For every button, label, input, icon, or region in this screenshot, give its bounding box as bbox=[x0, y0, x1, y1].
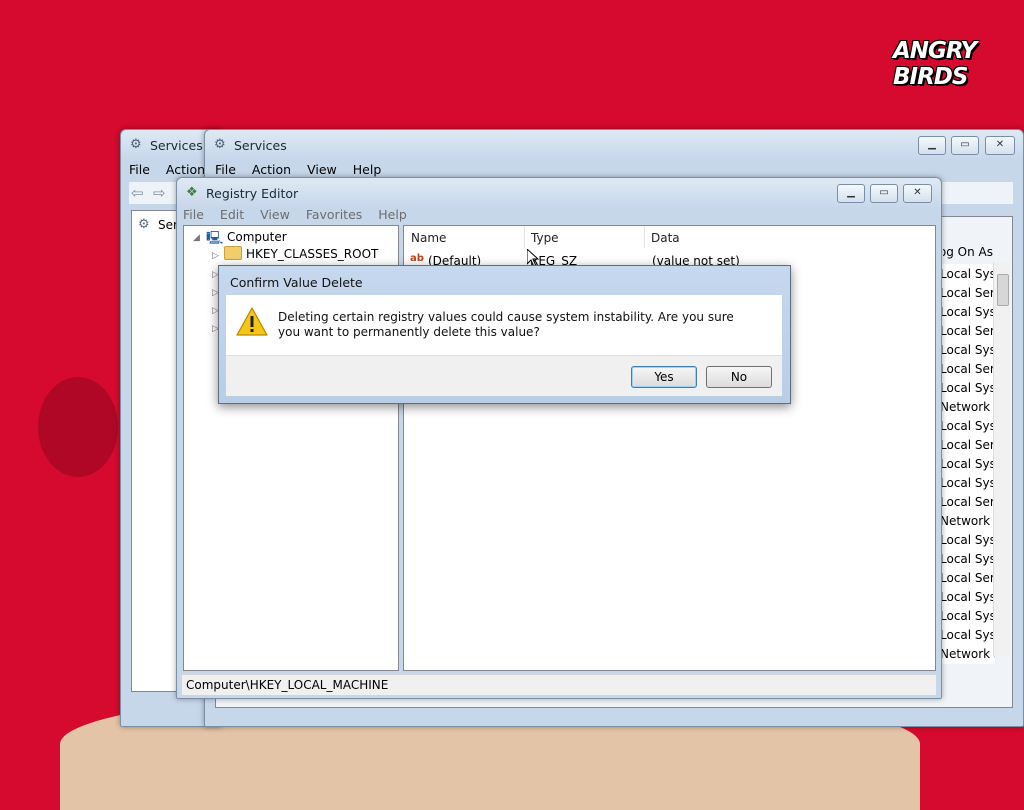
dialog-body: Deleting certain registry values could c… bbox=[226, 295, 782, 355]
list-item[interactable]: Local Syste... bbox=[940, 590, 995, 604]
log-on-as-list: Local Syste... Local Service Local Syste… bbox=[940, 264, 995, 664]
list-item[interactable]: Network S... bbox=[940, 647, 995, 661]
list-item[interactable]: Local Syste... bbox=[940, 381, 995, 395]
gear-icon: ⚙ bbox=[130, 137, 142, 152]
list-item[interactable]: Local Syste... bbox=[940, 476, 995, 490]
registry-status-bar: Computer\HKEY_LOCAL_MACHINE bbox=[182, 674, 936, 695]
collapse-arrow-icon[interactable]: ◢ bbox=[193, 233, 200, 243]
dialog-message: Deleting certain registry values could c… bbox=[278, 310, 734, 339]
warning-icon bbox=[236, 307, 268, 336]
menu-file[interactable]: File bbox=[183, 205, 204, 225]
column-header-type[interactable]: Type bbox=[524, 226, 645, 248]
list-item[interactable]: Local Service bbox=[940, 438, 995, 452]
no-button[interactable]: No bbox=[706, 366, 772, 388]
services-front-titlebar[interactable]: ⚙ Services ▁ ▭ ✕ bbox=[205, 130, 1023, 160]
tree-item-computer[interactable]: Computer bbox=[227, 230, 287, 244]
column-header-data[interactable]: Data bbox=[644, 226, 934, 248]
list-item[interactable]: Local Service bbox=[940, 324, 995, 338]
dialog-title: Confirm Value Delete bbox=[230, 275, 363, 290]
list-item[interactable]: Local Syste... bbox=[940, 343, 995, 357]
registry-menubar: File Edit View Favorites Help bbox=[183, 205, 935, 225]
services-vertical-scrollbar[interactable] bbox=[993, 262, 1010, 656]
list-item[interactable]: Local Syste... bbox=[940, 533, 995, 547]
menu-favorites[interactable]: Favorites bbox=[306, 205, 362, 225]
column-header-name[interactable]: Name bbox=[404, 226, 525, 248]
scrollbar-thumb[interactable] bbox=[997, 274, 1009, 306]
close-button[interactable]: ✕ bbox=[985, 136, 1015, 155]
list-item[interactable]: Local Syste... bbox=[940, 609, 995, 623]
list-item[interactable]: Network S... bbox=[940, 400, 995, 414]
background-bird-shape bbox=[38, 377, 118, 477]
minimize-button[interactable]: ▁ bbox=[918, 136, 946, 155]
list-item[interactable]: Local Service bbox=[940, 495, 995, 509]
list-item[interactable]: Network S... bbox=[940, 514, 995, 528]
services-front-title: Services bbox=[234, 138, 287, 153]
list-item[interactable]: Local Service bbox=[940, 571, 995, 585]
string-value-icon: ab bbox=[410, 253, 424, 264]
menu-view[interactable]: View bbox=[260, 205, 290, 225]
list-item[interactable]: Local Syste... bbox=[940, 305, 995, 319]
registry-titlebar[interactable]: ❖ Registry Editor ▁ ▭ ✕ bbox=[177, 178, 941, 208]
list-item[interactable]: Local Syste... bbox=[940, 552, 995, 566]
list-item[interactable]: Local Syste... bbox=[940, 267, 995, 281]
registry-editor-window[interactable]: ❖ Registry Editor ▁ ▭ ✕ File Edit View Favo… bbox=[176, 177, 942, 699]
list-item[interactable]: Local Syste... bbox=[940, 457, 995, 471]
maximize-button[interactable]: ▭ bbox=[870, 184, 898, 203]
yes-button[interactable]: Yes bbox=[631, 366, 697, 388]
services-back-title: Services bbox=[150, 138, 203, 153]
confirm-value-delete-dialog[interactable]: Confirm Value Delete Deleting certain re… bbox=[218, 265, 791, 404]
expand-arrow-icon[interactable]: ▷ bbox=[212, 251, 219, 261]
list-item[interactable]: Local Syste... bbox=[940, 628, 995, 642]
menu-help[interactable]: Help bbox=[378, 205, 407, 225]
forward-arrow-icon[interactable]: ⇨ bbox=[153, 184, 166, 202]
list-item[interactable]: Local Service bbox=[940, 286, 995, 300]
angry-birds-logo: ANGRY BIRDS bbox=[893, 38, 977, 90]
close-button[interactable]: ✕ bbox=[903, 184, 932, 203]
folder-icon bbox=[224, 246, 242, 260]
gear-icon: ⚙ bbox=[214, 137, 226, 152]
registry-title: Registry Editor bbox=[206, 186, 299, 201]
tree-item-hkey-classes-root[interactable]: HKEY_CLASSES_ROOT bbox=[246, 247, 378, 261]
minimize-button[interactable]: ▁ bbox=[837, 184, 865, 203]
column-header-log-on-as[interactable]: Log On As bbox=[943, 245, 993, 259]
dialog-footer: Yes No bbox=[226, 355, 782, 396]
computer-icon: 🖳 bbox=[206, 231, 224, 246]
back-arrow-icon[interactable]: ⇦ bbox=[131, 184, 144, 202]
list-item[interactable]: Local Syste... bbox=[940, 419, 995, 433]
list-item[interactable]: Local Service bbox=[940, 362, 995, 376]
registry-icon: ❖ bbox=[186, 185, 198, 200]
maximize-button[interactable]: ▭ bbox=[951, 136, 979, 155]
menu-edit[interactable]: Edit bbox=[220, 205, 244, 225]
gear-icon: ⚙ bbox=[138, 217, 150, 232]
menu-file[interactable]: File bbox=[129, 160, 150, 180]
